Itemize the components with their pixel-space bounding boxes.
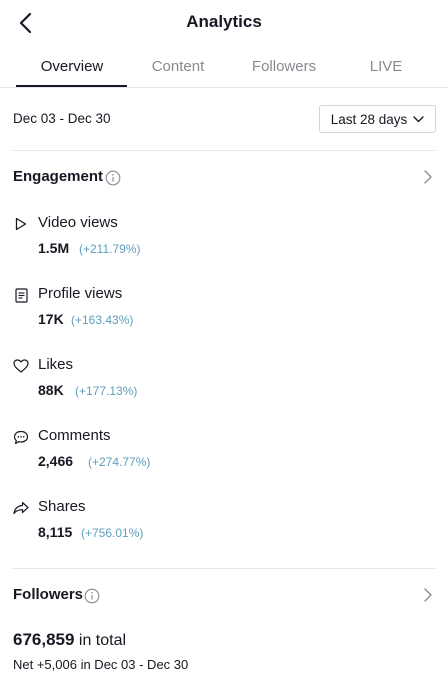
period-dropdown-value: Last 28 days: [330, 111, 408, 127]
date-range: Dec 03 - Dec 30: [13, 111, 111, 126]
info-icon[interactable]: [84, 588, 100, 604]
tab-live[interactable]: LIVE: [330, 58, 442, 75]
divider: [12, 150, 436, 151]
tab-content[interactable]: Content: [122, 58, 234, 75]
period-dropdown[interactable]: Last 28 days: [319, 105, 436, 133]
heart-icon: [13, 358, 29, 374]
date-row: Dec 03 - Dec 30 Last 28 days: [0, 88, 448, 150]
metric-value: 8,115: [38, 524, 73, 540]
metric-label: Profile views: [38, 285, 123, 302]
engagement-header[interactable]: Engagement: [0, 160, 448, 194]
metric-change: (+274.77%): [88, 455, 151, 469]
tab-followers[interactable]: Followers: [228, 58, 340, 75]
tab-overview[interactable]: Overview: [16, 58, 128, 75]
metric-value: 17K: [38, 311, 64, 327]
metric-value: 2,466: [38, 453, 74, 469]
metric-video-views: Video views 1.5M (+211.79%): [0, 212, 448, 272]
share-icon: [13, 500, 29, 516]
metric-comments: Comments 2,466 (+274.77%): [0, 425, 448, 485]
metric-value: 1.5M: [38, 240, 70, 256]
page-title: Analytics: [186, 12, 262, 31]
metric-label: Shares: [38, 498, 86, 515]
metric-change: (+211.79%): [79, 242, 141, 256]
info-icon[interactable]: [105, 170, 121, 186]
play-icon: [13, 216, 29, 232]
comment-icon: [13, 429, 29, 445]
metric-profile-views: Profile views 17K (+163.43%): [0, 283, 448, 343]
engagement-title: Engagement: [13, 168, 104, 185]
metric-label: Likes: [38, 356, 74, 373]
header: Analytics: [0, 0, 448, 46]
followers-total-value: 676,859: [13, 630, 75, 649]
chevron-right-icon: [424, 170, 432, 184]
metric-label: Video views: [38, 214, 118, 231]
metric-likes: Likes 88K (+177.13%): [0, 354, 448, 414]
profile-card-icon: [13, 287, 29, 303]
metric-change: (+177.13%): [75, 384, 138, 398]
chevron-right-icon: [424, 588, 432, 602]
followers-net-change: Net +5,006 in Dec 03 - Dec 30: [13, 657, 189, 672]
followers-total-suffix: in total: [78, 632, 127, 649]
tab-bar: Overview Content Followers LIVE: [0, 48, 448, 88]
metric-change: (+756.01%): [81, 526, 144, 540]
followers-header[interactable]: Followers: [0, 578, 448, 612]
metric-shares: Shares 8,115 (+756.01%): [0, 496, 448, 556]
chevron-down-icon: [413, 115, 424, 122]
followers-total: 676,859 in total: [13, 630, 126, 650]
metric-change: (+163.43%): [71, 313, 134, 327]
active-tab-indicator: [16, 85, 127, 87]
divider: [12, 568, 436, 569]
metric-value: 88K: [38, 382, 64, 398]
followers-title: Followers: [13, 586, 84, 603]
metric-label: Comments: [38, 427, 111, 444]
